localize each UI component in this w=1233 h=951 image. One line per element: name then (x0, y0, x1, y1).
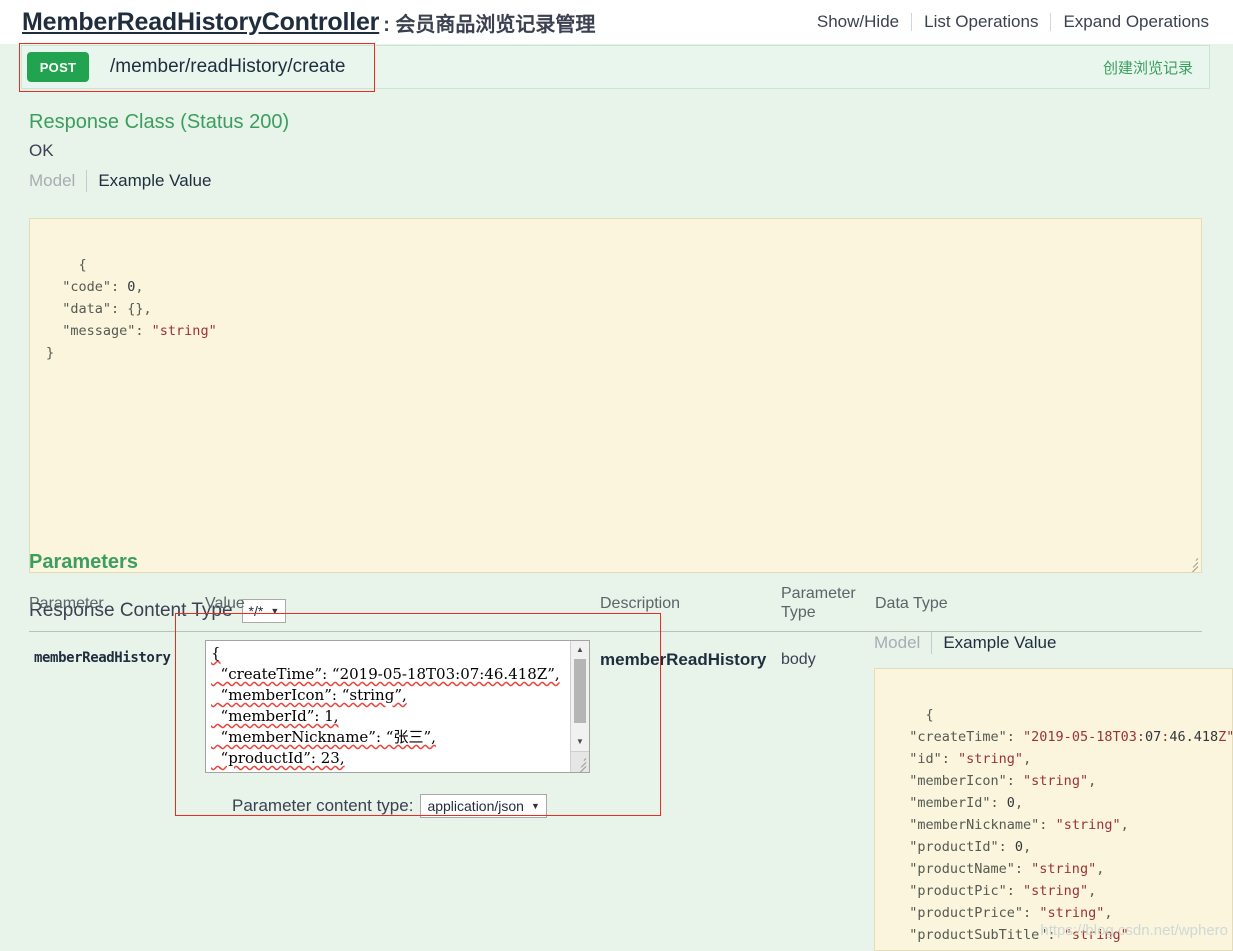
operation-bar[interactable]: POST /member/readHistory/create 创建浏览记录 (21, 45, 1210, 89)
response-class-title: Response Class (Status 200) (29, 111, 289, 134)
operation-content: Response Class (Status 200) OK Model Exa… (0, 89, 1233, 951)
response-json-text: { "code": 0, "data": {}, "message": "str… (46, 257, 217, 361)
operation-summary: 创建浏览记录 (1103, 57, 1193, 78)
resize-grip-lines-icon (573, 757, 586, 770)
controller-description: : 会员商品浏览记录管理 (383, 8, 595, 37)
operation-path[interactable]: /member/readHistory/create (110, 56, 345, 78)
page-title[interactable]: MemberReadHistoryController (22, 8, 379, 37)
tab-example-value[interactable]: Example Value (87, 171, 211, 191)
parameter-content-type-row: Parameter content type: application/json… (232, 794, 547, 818)
column-header-value: Value (205, 595, 245, 613)
column-header-data-type: Data Type (875, 595, 948, 613)
response-status-text: OK (29, 141, 54, 161)
parameter-example-json: { "createTime": "2019-05-18T03:07:46.418… (874, 668, 1233, 951)
parameter-value-text: { “createTime”: “2019-05-18T03:07:46.418… (211, 643, 563, 769)
list-operations-link[interactable]: List Operations (912, 12, 1050, 32)
chevron-down-icon: ▼ (531, 802, 540, 811)
scroll-up-icon[interactable]: ▲ (571, 641, 589, 657)
tab-example-value[interactable]: Example Value (932, 633, 1056, 653)
header-links: Show/Hide List Operations Expand Operati… (805, 12, 1221, 32)
watermark: https://blog.csdn.net/wphero (1040, 922, 1228, 939)
textarea-content: { “createTime”: “2019-05-18T03:07:46.418… (211, 644, 560, 767)
column-header-parameter-type: Parameter Type (781, 584, 851, 622)
parameter-content-type-label: Parameter content type: (232, 796, 413, 816)
show-hide-link[interactable]: Show/Hide (805, 12, 911, 32)
parameter-value-textarea[interactable]: { “createTime”: “2019-05-18T03:07:46.418… (205, 640, 590, 773)
tab-model[interactable]: Model (874, 633, 931, 653)
parameter-type-value: body (781, 651, 816, 669)
parameters-table-header: Parameter Value Description Parameter Ty… (29, 584, 1202, 632)
title-separator: : (383, 14, 395, 36)
column-header-parameter: Parameter (29, 595, 104, 613)
scroll-down-icon[interactable]: ▼ (571, 733, 589, 749)
expand-operations-link[interactable]: Expand Operations (1051, 12, 1221, 32)
column-header-description: Description (600, 595, 680, 613)
api-header: MemberReadHistoryController : 会员商品浏览记录管理… (0, 0, 1233, 44)
textarea-resize-grip-icon[interactable] (570, 751, 589, 772)
parameter-description: memberReadHistory (600, 650, 766, 670)
response-example-json: { "code": 0, "data": {}, "message": "str… (29, 218, 1202, 573)
http-method-badge: POST (27, 52, 89, 82)
parameter-content-type-value: application/json (427, 798, 524, 814)
resize-grip-icon[interactable] (1185, 557, 1198, 570)
parameter-value-cell: { “createTime”: “2019-05-18T03:07:46.418… (205, 640, 590, 773)
parameter-content-type-select[interactable]: application/json ▼ (420, 794, 546, 818)
parameters-title: Parameters (29, 551, 138, 574)
controller-description-text: 会员商品浏览记录管理 (395, 14, 595, 36)
parameter-json-text: { "createTime": "2019-05-18T03:07:46.418… (893, 707, 1233, 943)
scrollbar-thumb[interactable] (574, 659, 586, 723)
response-model-example-tabs: Model Example Value (29, 170, 211, 192)
tab-model[interactable]: Model (29, 171, 86, 191)
parameter-model-example-tabs: Model Example Value (874, 632, 1056, 654)
parameter-name: memberReadHistory (34, 650, 171, 666)
